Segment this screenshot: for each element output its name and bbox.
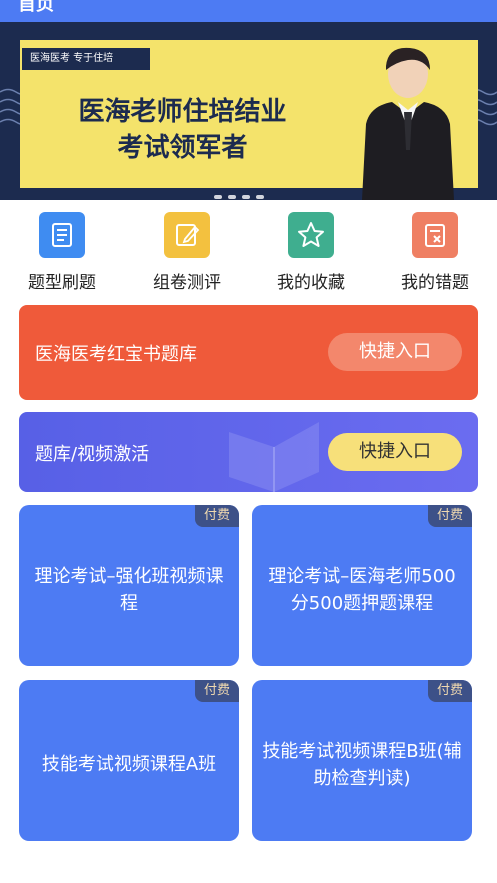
quick-item-question-practice[interactable]: 题型刷题 [12,212,112,293]
course-title: 理论考试–医海老师500分500题押题课程 [268,565,456,614]
course-title: 技能考试视频课程B班(辅助检查判读) [262,740,462,789]
card-title: 医海医考红宝书题库 [35,344,197,365]
quick-menu: 题型刷题 组卷测评 我的收藏 我的错题 [0,212,497,293]
promo-banner[interactable]: 医海医考 专于住培 医海老师住培结业 考试领军者 [0,22,497,200]
quick-item-label: 题型刷题 [28,273,96,293]
quick-item-wrong-questions[interactable]: 我的错题 [385,212,485,293]
star-icon [288,212,334,258]
document-icon [39,212,85,258]
banner-headline-line1: 医海老师住培结业 [78,97,287,127]
course-title: 理论考试–强化班视频课程 [34,565,224,614]
banner-pagination[interactable] [214,195,264,199]
activation-shortcut-button[interactable]: 快捷入口 [328,433,462,471]
course-card[interactable]: 付费 理论考试–医海老师500分500题押题课程 [252,505,472,666]
quick-item-exam-builder[interactable]: 组卷测评 [137,212,237,293]
red-book-shortcut-button[interactable]: 快捷入口 [328,333,462,371]
book-decoration-icon [229,422,319,492]
wrong-notes-icon [412,212,458,258]
top-header-bar: 首页 [0,0,497,22]
red-book-question-bank-card[interactable]: 医海医考红宝书题库 快捷入口 [19,305,478,400]
banner-headline: 医海老师住培结业 考试领军者 [40,94,325,166]
quick-item-label: 组卷测评 [153,273,221,293]
banner-tag: 医海医考 专于住培 [22,48,150,70]
activation-card[interactable]: 题库/视频激活 快捷入口 [19,412,478,492]
header-title: 首页 [18,0,54,15]
course-title: 技能考试视频课程A班 [41,754,217,775]
edit-icon [164,212,210,258]
quick-item-favorites[interactable]: 我的收藏 [261,212,361,293]
banner-headline-line2: 考试领军者 [117,133,248,163]
quick-item-label: 我的收藏 [277,273,345,293]
card-title: 题库/视频激活 [35,444,150,465]
quick-item-label: 我的错题 [401,273,469,293]
course-card[interactable]: 付费 技能考试视频课程A班 [19,680,239,841]
course-card[interactable]: 付费 技能考试视频课程B班(辅助检查判读) [252,680,472,841]
course-card[interactable]: 付费 理论考试–强化班视频课程 [19,505,239,666]
teacher-portrait-icon [362,47,454,200]
